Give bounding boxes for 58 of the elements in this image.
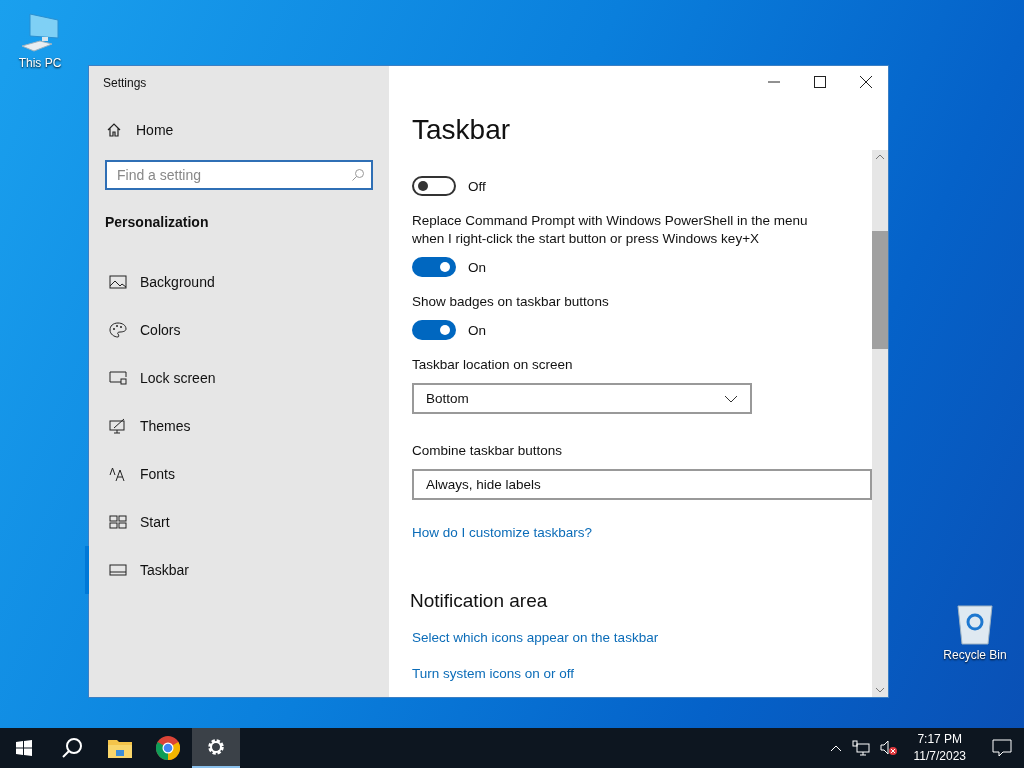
scroll-down-icon[interactable] — [875, 687, 885, 693]
toggle-switch[interactable] — [412, 176, 456, 196]
nav-item[interactable]: Taskbar — [85, 546, 389, 594]
lock-icon — [109, 370, 127, 386]
desktop-icon-label[interactable]: Recycle Bin — [943, 648, 1007, 662]
nav-item[interactable]: Themes — [85, 402, 389, 450]
chevron-up-icon[interactable] — [829, 744, 842, 752]
palette-icon — [109, 322, 127, 338]
toggle-switch[interactable] — [412, 320, 456, 340]
muted-speaker-icon[interactable] — [879, 740, 898, 756]
scroll-up-icon[interactable] — [875, 154, 885, 160]
search-icon — [351, 168, 365, 182]
nav-item[interactable]: Start — [85, 498, 389, 546]
nav-item[interactable]: Colors — [85, 306, 389, 354]
clock[interactable]: 7:17 PM 11/7/2023 — [913, 731, 966, 765]
search-field[interactable]: Find a setting — [105, 160, 373, 190]
toggle-state: Off — [468, 178, 486, 194]
notification-icon[interactable] — [992, 739, 1012, 757]
help-link[interactable]: How do I customize taskbars? — [412, 525, 593, 540]
toggle-switch[interactable] — [412, 257, 456, 277]
dropdown[interactable]: Always, hide labels — [412, 469, 872, 500]
scrollbar[interactable] — [872, 150, 888, 697]
setting-label: Taskbar location on screen — [412, 356, 574, 374]
nav-item[interactable]: Lock screen — [85, 354, 389, 402]
recycle-bin-icon[interactable] — [955, 602, 995, 646]
close-icon[interactable] — [860, 76, 872, 88]
nav-item[interactable]: Fonts — [85, 450, 389, 498]
toggle-state: On — [468, 322, 486, 338]
help-link[interactable]: Turn system icons on or off — [412, 666, 575, 681]
network-icon[interactable] — [851, 740, 870, 756]
fonts-icon — [109, 466, 127, 482]
picture-icon — [109, 274, 127, 290]
start-icon — [109, 514, 127, 530]
home-link[interactable]: Home — [106, 122, 174, 138]
section-heading: Notification area — [410, 590, 548, 612]
chevron-down-icon — [724, 394, 738, 403]
folder-icon — [108, 738, 132, 758]
taskbar-icon — [109, 562, 127, 578]
windows-logo-icon — [16, 740, 32, 756]
settings-taskbar-button[interactable] — [192, 728, 240, 768]
setting-label: Show badges on taskbar buttons — [412, 293, 610, 311]
help-link[interactable]: Select which icons appear on the taskbar — [412, 630, 659, 645]
window-title: Settings — [103, 76, 148, 90]
setting-label: Combine taskbar buttons — [412, 442, 564, 460]
search-icon — [61, 737, 83, 759]
gear-icon — [206, 737, 226, 757]
maximize-icon[interactable] — [814, 76, 826, 88]
setting-label: Replace Command Prompt with Windows PowerShell in the menu when I right-click the start button or press Windows key+X — [412, 212, 809, 248]
section-heading: Personalization — [105, 214, 210, 230]
nav-item[interactable]: Background — [85, 258, 389, 306]
scroll-thumb[interactable] — [872, 231, 888, 349]
home-label[interactable]: Home — [136, 122, 174, 138]
chrome-icon — [156, 736, 180, 760]
page-title: Taskbar — [412, 114, 512, 146]
home-icon — [106, 122, 122, 138]
themes-icon — [109, 418, 127, 434]
toggle-state: On — [468, 259, 486, 275]
dropdown[interactable]: Bottom — [412, 383, 752, 414]
